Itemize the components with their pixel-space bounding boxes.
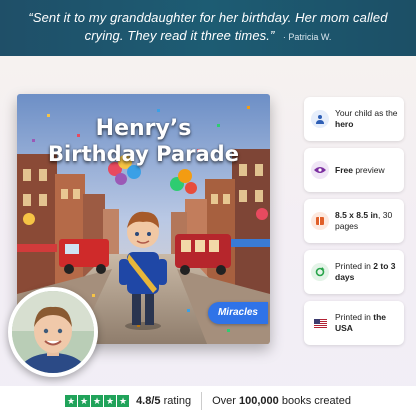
feature-card-printing-time: Printed in 2 to 3 days <box>304 250 404 294</box>
child-photo <box>8 287 98 377</box>
rating-stars: ★ ★ ★ ★ ★ <box>65 395 130 407</box>
book-title-line1: Henry’s <box>95 116 192 141</box>
feature-card-size: 8.5 x 8.5 in, 30 pages <box>304 199 404 243</box>
feature-card-hero: Your child as the hero <box>304 97 404 141</box>
eye-icon <box>311 161 329 179</box>
rating-text: 4.8/5 rating <box>136 395 192 407</box>
feature-text: 8.5 x 8.5 in, 30 pages <box>335 210 393 231</box>
rating-bar: ★ ★ ★ ★ ★ 4.8/5 rating Over 100,000 book… <box>0 386 416 416</box>
star-icon: ★ <box>91 395 104 407</box>
feature-card-preview: Free preview <box>304 148 404 192</box>
us-flag-icon <box>311 314 329 332</box>
divider <box>201 392 203 410</box>
books-created-text: Over 100,000 books created <box>212 395 351 407</box>
book-icon <box>311 212 329 230</box>
feature-text: Printed in the USA <box>335 312 387 333</box>
user-icon <box>311 110 329 128</box>
star-icon: ★ <box>78 395 91 407</box>
refresh-icon <box>311 263 329 281</box>
child-portrait <box>12 291 94 373</box>
testimonial-quote: “Sent it to my granddaughter for her bir… <box>28 10 388 43</box>
feature-text: Printed in 2 to 3 days <box>335 261 396 282</box>
feature-text: Free preview <box>335 164 385 175</box>
star-icon: ★ <box>117 395 130 407</box>
brand-badge: Miracles <box>207 302 268 324</box>
book-title-line2: Birthday Parade <box>48 142 239 166</box>
feature-list: Your child as the hero Free preview 8.5 … <box>304 97 404 352</box>
testimonial-author: · Patricia W. <box>282 32 332 42</box>
star-icon: ★ <box>104 395 117 407</box>
star-icon: ★ <box>65 395 78 407</box>
feature-card-origin: Printed in the USA <box>304 301 404 345</box>
feature-text: Your child as the hero <box>335 108 398 129</box>
testimonial-banner: “Sent it to my granddaughter for her bir… <box>0 0 416 56</box>
